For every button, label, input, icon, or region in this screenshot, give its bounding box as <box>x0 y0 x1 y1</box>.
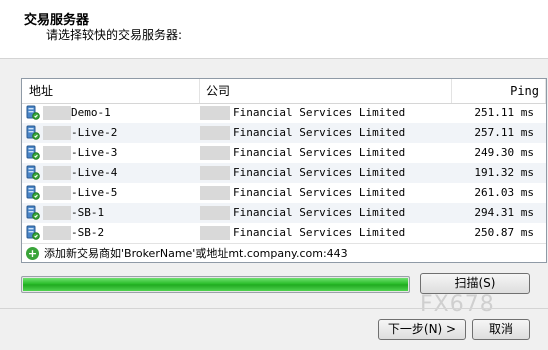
footer-divider <box>0 308 548 309</box>
server-company: Financial Services Limited <box>233 186 406 199</box>
redacted-company-prefix <box>200 126 230 140</box>
redacted-address-prefix <box>43 106 71 120</box>
server-row[interactable]: -Live-5 Financial Services Limited 261.03 … <box>22 183 546 203</box>
redacted-address-prefix <box>43 206 71 220</box>
server-icon <box>26 225 40 240</box>
server-icon <box>26 105 40 120</box>
server-company: Financial Services Limited <box>233 146 406 159</box>
server-list[interactable]: 地址 公司 Ping Demo-1 Financial Services Limi… <box>21 78 547 263</box>
redacted-company-prefix <box>200 186 230 200</box>
server-icon <box>26 145 40 160</box>
server-icon <box>26 125 40 140</box>
watermark-logo: FX678 <box>420 292 495 317</box>
server-address: -Live-4 <box>71 166 118 179</box>
plus-circle-icon: + <box>26 247 39 260</box>
server-icon <box>26 205 40 220</box>
column-company[interactable]: 公司 <box>200 79 452 103</box>
redacted-address-prefix <box>43 186 71 200</box>
server-ping: 261.03 ms <box>474 186 534 199</box>
column-header: 地址 公司 Ping <box>22 79 546 104</box>
server-address: -Live-2 <box>71 126 118 139</box>
server-icon <box>26 165 40 180</box>
server-address: Demo-1 <box>71 106 111 119</box>
add-broker-text: 添加新交易商如'BrokerName'或地址mt.company.com:443 <box>44 247 348 260</box>
server-ping: 294.31 ms <box>474 206 534 219</box>
redacted-address-prefix <box>43 146 71 160</box>
scan-button[interactable]: 扫描(S) <box>420 273 530 294</box>
dialog-header: 交易服务器 请选择较快的交易服务器: <box>0 0 548 59</box>
server-ping: 251.11 ms <box>474 106 534 119</box>
server-row[interactable]: Demo-1 Financial Services Limited 251.11 m… <box>22 103 546 123</box>
server-row[interactable]: -SB-1 Financial Services Limited 294.31 ms <box>22 203 546 223</box>
column-ping[interactable]: Ping <box>452 79 546 103</box>
server-company: Financial Services Limited <box>233 206 406 219</box>
server-address: -Live-3 <box>71 146 118 159</box>
server-row[interactable]: -SB-2 Financial Services Limited 250.87 ms <box>22 223 546 243</box>
column-address[interactable]: 地址 <box>22 79 200 103</box>
redacted-company-prefix <box>200 106 230 120</box>
redacted-company-prefix <box>200 166 230 180</box>
redacted-address-prefix <box>43 226 71 240</box>
progress-fill <box>23 278 408 291</box>
redacted-address-prefix <box>43 126 71 140</box>
server-row[interactable]: -Live-4 Financial Services Limited 191.32 … <box>22 163 546 183</box>
cancel-button[interactable]: 取消 <box>472 319 530 340</box>
redacted-address-prefix <box>43 166 71 180</box>
server-address: -SB-1 <box>71 206 105 219</box>
server-row[interactable]: -Live-3 Financial Services Limited 249.30 … <box>22 143 546 163</box>
redacted-company-prefix <box>200 206 230 220</box>
server-ping: 249.30 ms <box>474 146 534 159</box>
server-icon <box>26 185 40 200</box>
server-address: -SB-2 <box>71 226 105 239</box>
server-company: Financial Services Limited <box>233 226 406 239</box>
server-company: Financial Services Limited <box>233 126 406 139</box>
add-broker-row[interactable]: + 添加新交易商如'BrokerName'或地址mt.company.com:4… <box>22 243 546 263</box>
server-company: Financial Services Limited <box>233 166 406 179</box>
server-ping: 250.87 ms <box>474 226 534 239</box>
redacted-company-prefix <box>200 226 230 240</box>
server-ping: 257.11 ms <box>474 126 534 139</box>
server-company: Financial Services Limited <box>233 106 406 119</box>
server-ping: 191.32 ms <box>474 166 534 179</box>
server-row[interactable]: -Live-2 Financial Services Limited 257.11 … <box>22 123 546 143</box>
dialog-subtitle: 请选择较快的交易服务器: <box>46 28 183 42</box>
server-address: -Live-5 <box>71 186 118 199</box>
redacted-company-prefix <box>200 146 230 160</box>
scan-progress-bar <box>21 276 410 293</box>
next-button[interactable]: 下一步(N) > <box>378 319 466 340</box>
